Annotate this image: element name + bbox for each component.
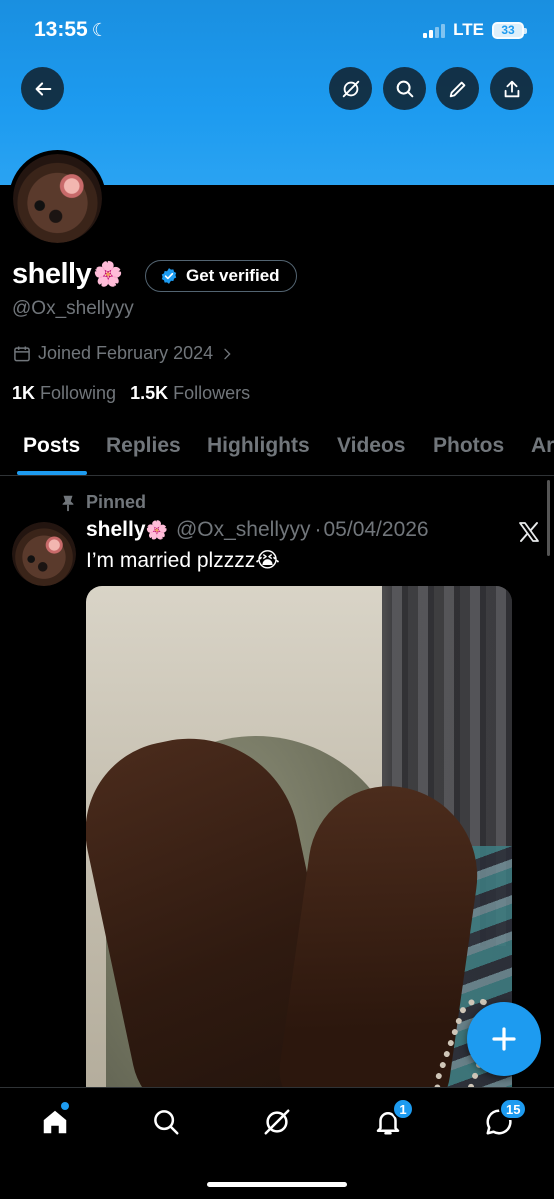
share-icon <box>504 80 519 97</box>
nav-grok[interactable] <box>259 1104 295 1140</box>
notifications-badge: 1 <box>392 1098 414 1120</box>
network-label: LTE <box>453 20 484 39</box>
calendar-icon <box>14 346 30 361</box>
x-logo-icon[interactable] <box>517 520 541 544</box>
follow-stats: 1K Following 1.5K Followers <box>12 383 250 404</box>
flower-emoji: 🌸 <box>93 261 124 288</box>
pinned-label: Pinned <box>86 492 147 512</box>
grok-button[interactable] <box>329 67 372 110</box>
post-header: shelly 🌸 @Ox_shellyyy · 05/04/2026 <box>86 518 429 542</box>
post-separator: · <box>314 518 322 541</box>
tab-articles[interactable]: Ar <box>531 434 554 458</box>
edit-pencil-icon <box>449 81 465 97</box>
get-verified-button[interactable]: Get verified <box>145 260 297 292</box>
post-date[interactable]: 05/04/2026 <box>324 518 429 542</box>
tab-replies[interactable]: Replies <box>106 434 181 458</box>
post-author-avatar[interactable] <box>12 522 76 586</box>
moon-icon: ☾ <box>91 20 108 40</box>
battery-level: 33 <box>501 23 515 37</box>
compose-post-button[interactable] <box>467 1002 541 1076</box>
share-button[interactable] <box>490 67 533 110</box>
tab-videos[interactable]: Videos <box>337 434 405 458</box>
signal-icon <box>423 22 446 38</box>
followers-count: 1.5K <box>130 383 169 403</box>
post-photo[interactable] <box>86 586 512 1096</box>
tab-posts[interactable]: Posts <box>23 434 80 458</box>
grok-icon <box>342 80 359 97</box>
tab-photos[interactable]: Photos <box>433 434 504 458</box>
search-icon <box>154 1110 179 1135</box>
back-arrow-icon <box>35 81 51 96</box>
nav-home[interactable] <box>37 1102 73 1140</box>
post-author-handle[interactable]: @Ox_shellyyy <box>176 518 311 542</box>
followers-label: Followers <box>173 383 251 403</box>
nav-messages[interactable]: 15 <box>481 1098 528 1140</box>
home-icon <box>43 1110 67 1134</box>
verified-badge-icon <box>161 268 177 284</box>
post-author-emoji: 🌸 <box>145 519 168 540</box>
profile-handle: @Ox_shellyyy <box>12 298 134 319</box>
pin-icon <box>62 495 74 511</box>
edit-button[interactable] <box>436 67 479 110</box>
following-label: Following <box>40 383 117 403</box>
get-verified-label: Get verified <box>186 266 280 285</box>
messages-badge: 15 <box>499 1098 528 1120</box>
home-unread-dot <box>61 1102 69 1110</box>
profile-avatar[interactable] <box>9 150 106 247</box>
nav-notifications[interactable]: 1 <box>370 1098 414 1140</box>
following-count: 1K <box>12 383 36 403</box>
battery-icon: 33 <box>492 21 527 39</box>
profile-name-row: shelly 🌸 <box>12 258 123 291</box>
followers-link[interactable]: 1.5K Followers <box>130 383 250 404</box>
home-indicator <box>207 1182 347 1187</box>
tab-highlights[interactable]: Highlights <box>207 434 310 458</box>
joined-date[interactable]: Joined February 2024 <box>12 343 235 364</box>
post-text: I’m married plzzzz😭 <box>86 549 280 572</box>
plus-icon <box>492 1027 516 1051</box>
scrollbar[interactable] <box>547 480 550 556</box>
pinned-indicator: Pinned <box>60 492 146 513</box>
search-icon <box>396 80 413 97</box>
post-author-name[interactable]: shelly <box>86 518 146 542</box>
nav-search[interactable] <box>148 1104 184 1140</box>
following-link[interactable]: 1K Following <box>12 383 116 404</box>
back-button[interactable] <box>21 67 64 110</box>
status-time: 13:55 <box>34 18 88 41</box>
active-tab-indicator <box>17 471 87 475</box>
status-bar: 13:55 ☾ LTE 33 <box>0 16 554 46</box>
profile-tabs: Posts Replies Highlights Videos Photos A… <box>0 418 554 476</box>
joined-label: Joined February 2024 <box>38 343 214 363</box>
grok-icon <box>264 1109 290 1135</box>
chevron-right-icon <box>224 348 231 359</box>
profile-name: shelly <box>12 258 92 290</box>
search-button[interactable] <box>383 67 426 110</box>
